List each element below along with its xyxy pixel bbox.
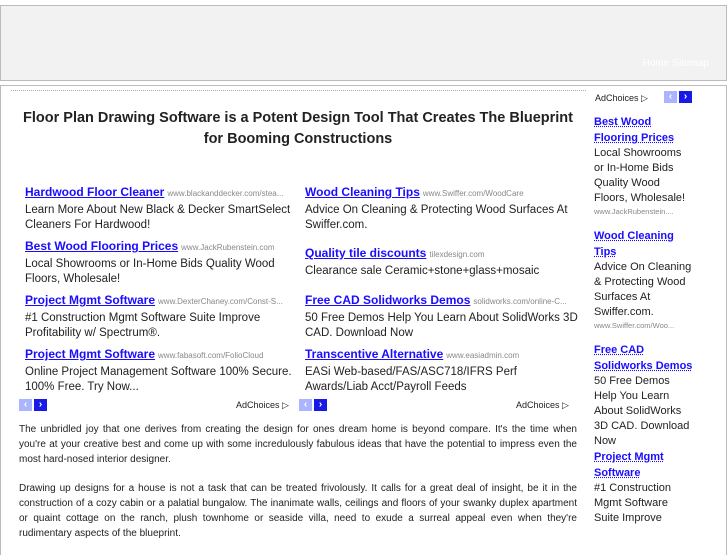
next-ad-button[interactable]: › — [314, 399, 327, 411]
ad-title-link[interactable]: Transcentive Alternative — [305, 347, 443, 361]
ad-unit: Project Mgmt Software www.DexterChaney.co… — [25, 291, 300, 341]
ad-title-link[interactable]: Project Mgmt Software — [594, 449, 693, 481]
ad-header: Free CAD Solidworks Demos solidworks.com/… — [305, 291, 580, 309]
ad-title-link[interactable]: Project Mgmt Software — [25, 347, 155, 361]
ad-header: Transcentive Alternative www.easiadmin.co… — [305, 345, 580, 363]
header-banner: Home Sitemap — [0, 5, 727, 81]
prev-ad-button[interactable]: ‹ — [664, 91, 677, 103]
ad-unit: Free CAD Solidworks Demos solidworks.com/… — [305, 291, 580, 341]
ad-header: Hardwood Floor Cleaner www.blackanddecker… — [25, 183, 300, 201]
ad-unit: Best Wood Flooring Prices www.JackRubenst… — [25, 237, 300, 287]
ad-title-link[interactable]: Hardwood Floor Cleaner — [25, 185, 164, 199]
header-nav: Home Sitemap — [640, 58, 709, 69]
ad-description: Advice On Cleaning & Protecting Wood Sur… — [594, 261, 692, 318]
ad-title-link[interactable]: Project Mgmt Software — [25, 293, 155, 307]
ad-description: #1 Construction Mgmt Software Suite Impr… — [594, 482, 672, 524]
page-title: Floor Plan Drawing Software is a Potent … — [23, 110, 573, 147]
next-ad-button[interactable]: › — [679, 91, 692, 103]
ad-header: Project Mgmt Software www.DexterChaney.co… — [25, 291, 300, 309]
ad-description: 50 Free Demos Help You Learn About Solid… — [305, 312, 578, 339]
ad-unit: Transcentive Alternative www.easiadmin.co… — [305, 345, 580, 395]
ad-url[interactable]: www.Swiffer.com/Woo... — [594, 320, 693, 332]
ad-url[interactable]: www.Swiffer.com/WoodCare — [423, 189, 524, 198]
ad-description: EASi Web-based/FAS/ASC718/IFRS Perf Awar… — [305, 366, 517, 393]
adchoices-link[interactable]: AdChoices ▷ — [595, 93, 648, 104]
ad-nav-right: ‹ › — [299, 399, 327, 411]
ad-description: 50 Free Demos Help You Learn About Solid… — [594, 375, 690, 447]
ad-header: Wood Cleaning Tips www.Swiffer.com/WoodCa… — [305, 183, 580, 201]
ad-title-link[interactable]: Wood Cleaning Tips — [305, 185, 420, 199]
ad-title-link[interactable]: Best Wood Flooring Prices — [594, 114, 693, 146]
ad-description: Advice On Cleaning & Protecting Wood Sur… — [305, 204, 568, 231]
ad-title-link[interactable]: Free CAD Solidworks Demos — [594, 342, 693, 374]
ad-url[interactable]: solidworks.com/online-C... — [473, 297, 566, 306]
ad-title-link[interactable]: Quality tile discounts — [305, 246, 426, 260]
ad-header: Quality tile discounts tilexdesign.com — [305, 244, 580, 262]
ad-url[interactable]: www.JackRubenstein.com — [181, 243, 274, 252]
ad-description: Online Project Management Software 100% … — [25, 366, 292, 393]
article-paragraph: The unbridled joy that one derives from … — [19, 424, 577, 465]
ad-unit: Project Mgmt Software www.fabasoft.com/Fo… — [25, 345, 300, 395]
next-ad-button[interactable]: › — [34, 399, 47, 411]
ad-url[interactable]: www.fabasoft.com/FolioCloud — [158, 351, 263, 360]
sidebar-ads: AdChoices ▷ ‹ › Best Wood Flooring Price… — [593, 86, 693, 526]
ad-url[interactable]: tilexdesign.com — [429, 250, 484, 259]
ad-unit: Wood Cleaning Tips www.Swiffer.com/WoodCa… — [305, 183, 580, 233]
prev-ad-button[interactable]: ‹ — [299, 399, 312, 411]
sidebar-ad: Free CAD Solidworks Demos 50 Free Demos H… — [594, 342, 693, 449]
ad-url[interactable]: www.easiadmin.com — [446, 351, 519, 360]
ad-nav-left: ‹ › — [19, 399, 47, 411]
prev-ad-button[interactable]: ‹ — [19, 399, 32, 411]
adchoices-link[interactable]: AdChoices ▷ — [516, 400, 569, 411]
nav-sitemap-link[interactable]: Sitemap — [672, 58, 709, 69]
ad-header: Best Wood Flooring Prices www.JackRubenst… — [25, 237, 300, 255]
sidebar-ad: Project Mgmt Software #1 Construction Mgm… — [594, 449, 693, 526]
ad-header: Project Mgmt Software www.fabasoft.com/Fo… — [25, 345, 300, 363]
ad-unit: Hardwood Floor Cleaner www.blackanddecker… — [25, 183, 300, 233]
ad-description: Local Showrooms or In-Home Bids Quality … — [25, 258, 275, 285]
ad-description: Local Showrooms or In-Home Bids Quality … — [594, 147, 686, 204]
ad-description: Clearance sale Ceramic+stone+glass+mosai… — [305, 265, 540, 277]
ad-description: #1 Construction Mgmt Software Suite Impr… — [25, 312, 261, 339]
ad-url[interactable]: www.JackRubenstein.... — [594, 206, 693, 218]
divider — [11, 90, 586, 91]
adchoices-link[interactable]: AdChoices ▷ — [236, 400, 289, 411]
sidebar-ad: Wood Cleaning Tips Advice On Cleaning & P… — [594, 228, 693, 332]
ad-title-link[interactable]: Best Wood Flooring Prices — [25, 239, 178, 253]
ad-url[interactable]: www.DexterChaney.com/Const-S... — [158, 297, 283, 306]
ad-title-link[interactable]: Wood Cleaning Tips — [594, 228, 693, 260]
article-paragraph: Drawing up designs for a house is not a … — [19, 483, 577, 539]
ad-description: Learn More About New Black & Decker Smar… — [25, 204, 291, 231]
ad-title-link[interactable]: Free CAD Solidworks Demos — [305, 293, 470, 307]
ad-url[interactable]: www.blackanddecker.com/stea... — [167, 189, 283, 198]
nav-home-link[interactable]: Home — [643, 58, 670, 69]
ad-unit: Quality tile discounts tilexdesign.com Cle… — [305, 244, 580, 279]
main-content: Floor Plan Drawing Software is a Potent … — [0, 85, 727, 555]
sidebar-ad: Best Wood Flooring Prices Local Showrooms… — [594, 114, 693, 218]
